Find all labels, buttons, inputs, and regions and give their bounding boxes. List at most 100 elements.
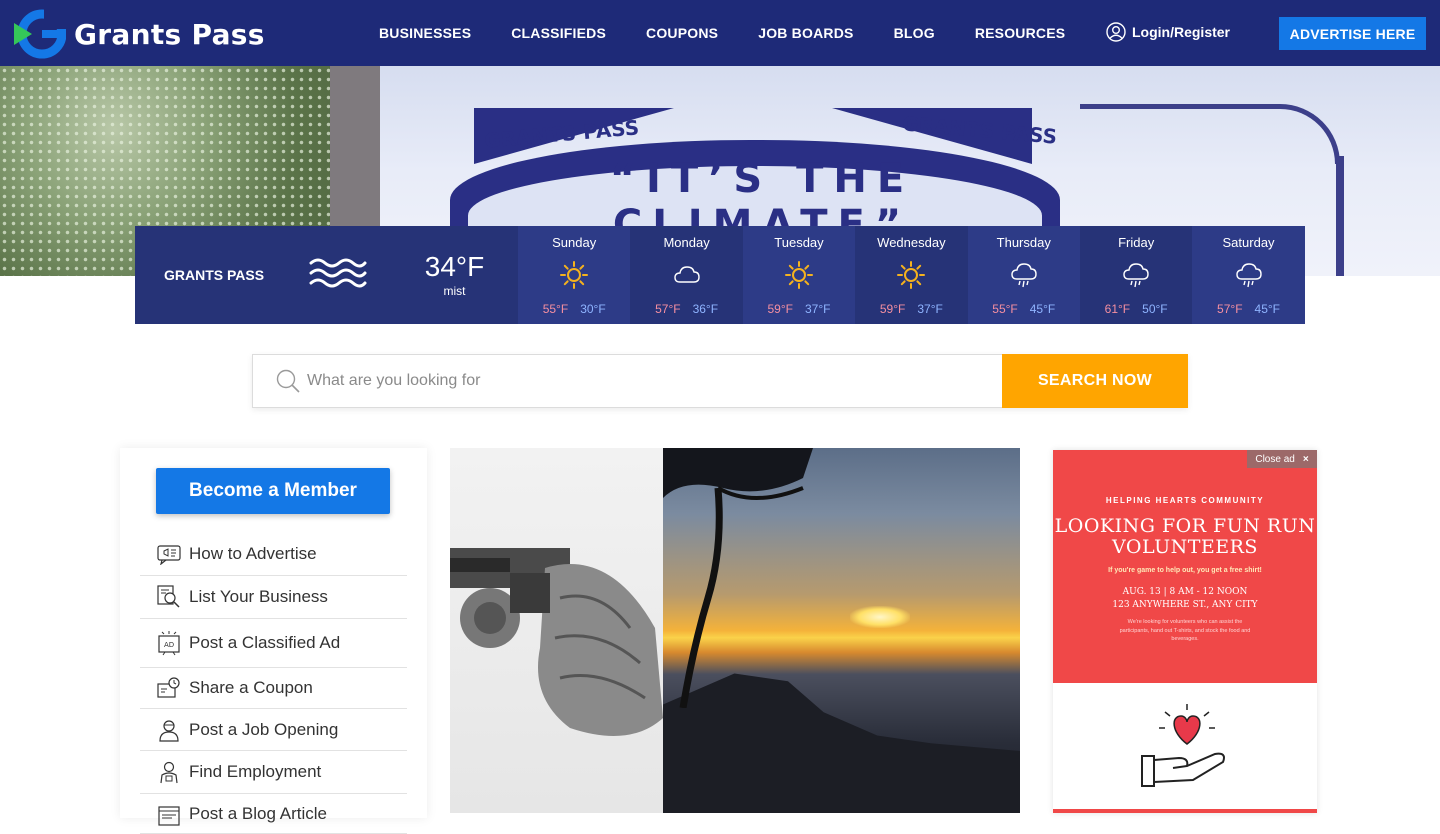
rain-cloud-icon	[1009, 260, 1039, 288]
forecast-temps: 61°F 50°F	[1105, 302, 1168, 316]
search-bar: SEARCH NOW	[252, 354, 1188, 408]
search-input[interactable]	[307, 372, 987, 390]
sidebar-item-post-classified[interactable]: AD Post a Classified Ad	[140, 619, 407, 668]
street-lamp	[1336, 156, 1344, 276]
business-search-icon	[156, 584, 182, 610]
forecast-low: 37°F	[804, 302, 831, 316]
megaphone-icon	[156, 541, 182, 567]
sidebar-links: How to Advertise List Your Business AD P…	[140, 532, 407, 834]
sidebar: Become a Member How to Advertise List Yo…	[120, 448, 427, 834]
forecast-low: 36°F	[692, 302, 719, 316]
forecast-days: Sunday 55°F 30°F Monday 57°F 36°F Tuesday 59°F 3…	[518, 226, 1305, 324]
featured-image[interactable]	[450, 448, 1020, 813]
advertise-here-button[interactable]: ADVERTISE HERE	[1279, 17, 1426, 50]
sun-icon	[896, 260, 926, 289]
forecast-temps: 59°F 37°F	[767, 302, 830, 316]
blog-icon	[156, 804, 182, 830]
sun-icon	[784, 260, 814, 289]
recruiter-icon	[156, 717, 182, 743]
ad-title: LOOKING FOR FUN RUN VOLUNTEERS	[1054, 515, 1316, 558]
login-register-link[interactable]: Login/Register	[1106, 22, 1230, 42]
weather-widget: GRANTS PASS 34°F mist Sunday 55°F 30°F Mond…	[135, 226, 1305, 324]
coupon-icon	[156, 675, 182, 701]
forecast-low: 37°F	[917, 302, 943, 316]
nav-resources[interactable]: RESOURCES	[975, 25, 1065, 41]
site-logo[interactable]: Grants Pass	[14, 7, 265, 59]
forecast-day-sunday: Sunday 55°F 30°F	[518, 226, 631, 324]
nav-classifieds[interactable]: CLASSIFIEDS	[511, 25, 606, 41]
sidebar-item-label: How to Advertise	[189, 543, 317, 563]
forecast-day-wednesday: Wednesday 59°F 37°F	[855, 226, 967, 324]
login-label: Login/Register	[1132, 24, 1231, 40]
ad-organization: HELPING HEARTS COMMUNITY	[1105, 496, 1265, 505]
nav-coupons[interactable]: COUPONS	[646, 25, 718, 41]
main-nav: BUSINESSES CLASSIFIEDS COUPONS JOB BOARD…	[379, 0, 1105, 66]
mist-icon	[283, 226, 391, 324]
forecast-day-tuesday: Tuesday 59°F 37°F	[742, 226, 856, 324]
forecast-day-friday: Friday 61°F 50°F	[1080, 226, 1192, 324]
forecast-day-name: Saturday	[1222, 235, 1275, 250]
search-icon	[276, 369, 300, 393]
volunteer-ad[interactable]: Close ad × HELPING HEARTS COMMUNITY LOOKI…	[1053, 450, 1317, 813]
heart-hand-icon	[1141, 704, 1225, 787]
sidebar-item-label: Find Employment	[189, 762, 322, 781]
forecast-high: 57°F	[655, 302, 681, 316]
nav-job-boards[interactable]: JOB BOARDS	[758, 25, 853, 41]
weather-city: GRANTS PASS	[164, 267, 265, 283]
sidebar-item-label: Post a Blog Article	[189, 804, 327, 823]
forecast-temps: 55°F 45°F	[992, 302, 1055, 316]
sidebar-item-find-employment[interactable]: Find Employment	[140, 751, 407, 794]
forecast-low: 45°F	[1254, 302, 1281, 316]
sidebar-item-list-business[interactable]: List Your Business	[140, 576, 407, 619]
rain-cloud-icon	[1234, 260, 1264, 288]
forecast-low: 30°F	[580, 302, 606, 316]
nav-businesses[interactable]: BUSINESSES	[379, 25, 471, 41]
search-now-button[interactable]: SEARCH NOW	[1002, 354, 1188, 408]
forecast-high: 55°F	[992, 302, 1018, 316]
rain-cloud-icon	[1121, 260, 1151, 288]
forecast-day-name: Sunday	[552, 235, 597, 250]
ad-subtitle: If you're game to help out, you get a fr…	[1108, 567, 1262, 574]
cloud-icon	[672, 260, 702, 288]
cypress-tree	[663, 448, 813, 708]
forecast-day-name: Tuesday	[774, 235, 824, 250]
logo-g-icon	[14, 7, 68, 59]
forecast-day-name: Thursday	[996, 235, 1051, 250]
current-weather: 34°F mist	[391, 226, 518, 324]
forecast-high: 57°F	[1217, 302, 1243, 316]
close-ad-button[interactable]: Close ad ×	[1247, 450, 1317, 468]
forecast-day-name: Monday	[663, 235, 710, 250]
forecast-low: 50°F	[1142, 302, 1168, 316]
forecast-day-thursday: Thursday 55°F 45°F	[967, 226, 1080, 324]
revolver-photo	[450, 448, 663, 813]
current-temp: 34°F	[424, 251, 485, 282]
sidebar-item-label: Post a Classified Ad	[189, 633, 341, 652]
user-icon	[1106, 22, 1126, 42]
ad-when: AUG. 13 | 8 AM - 12 NOON	[1122, 587, 1248, 597]
sidebar-item-post-blog[interactable]: Post a Blog Article	[140, 794, 407, 834]
svg-text:AD: AD	[164, 641, 174, 649]
ad-description: We're looking for volunteers who can ass…	[1119, 619, 1251, 642]
sidebar-item-label: Post a Job Opening	[189, 719, 339, 739]
become-member-button[interactable]: Become a Member	[156, 468, 390, 514]
site-name: Grants Pass	[74, 17, 265, 51]
forecast-high: 59°F	[879, 302, 906, 316]
ad-details: AUG. 13 | 8 AM - 12 NOON 123 ANYWHERE ST…	[1053, 586, 1317, 612]
site-header: Grants Pass BUSINESSES CLASSIFIEDS COUPO…	[0, 0, 1440, 66]
worker-icon	[156, 759, 182, 785]
sidebar-item-share-coupon[interactable]: Share a Coupon	[140, 668, 407, 709]
sun-icon	[559, 260, 589, 289]
sidebar-item-label: List Your Business	[189, 587, 328, 606]
sidebar-item-how-to-advertise[interactable]: How to Advertise	[140, 532, 407, 576]
nav-blog[interactable]: BLOG	[894, 25, 935, 41]
forecast-day-name: Friday	[1118, 235, 1155, 250]
forecast-temps: 59°F 37°F	[880, 302, 943, 316]
forecast-temps: 55°F 30°F	[543, 302, 606, 316]
forecast-temps: 57°F 36°F	[655, 302, 718, 316]
forecast-low: 45°F	[1029, 302, 1056, 316]
forecast-high: 61°F	[1104, 302, 1131, 316]
ad-board-icon: AD	[156, 630, 182, 656]
search-field[interactable]	[252, 354, 1002, 408]
forecast-high: 59°F	[767, 302, 793, 316]
sidebar-item-post-job[interactable]: Post a Job Opening	[140, 709, 407, 751]
